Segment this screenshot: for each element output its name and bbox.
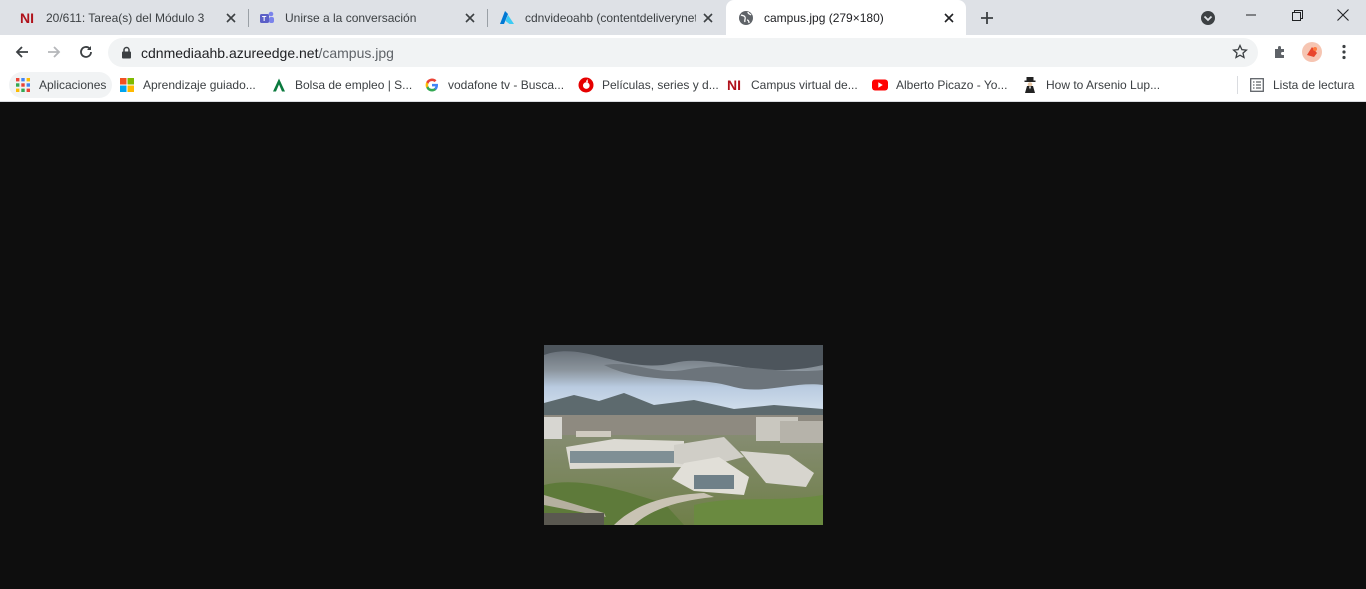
n-campus-icon: NI xyxy=(727,77,743,93)
bookmark-label: Películas, series y d... xyxy=(602,78,719,92)
reload-button[interactable] xyxy=(72,38,100,66)
lock-icon[interactable] xyxy=(119,46,133,60)
bookmark-campus-virtual[interactable]: NI Campus virtual de... xyxy=(721,72,864,98)
back-button[interactable] xyxy=(8,38,36,66)
youtube-icon xyxy=(872,77,888,93)
close-icon[interactable] xyxy=(462,10,478,26)
close-icon[interactable] xyxy=(941,10,957,26)
google-icon xyxy=(424,77,440,93)
tab-title: campus.jpg (279×180) xyxy=(764,10,884,25)
tab-strip: NI 20/611: Tarea(s) del Módulo 3 T Unirs… xyxy=(0,0,1366,35)
tab-azure[interactable]: cdnvideoahb (contentdeliverynet xyxy=(487,0,725,35)
address-bar[interactable]: cdnmediaahb.azureedge.net/campus.jpg xyxy=(108,38,1258,67)
reading-list-icon xyxy=(1249,77,1265,93)
bookmark-aprendizaje[interactable]: Aprendizaje guiado... xyxy=(113,72,262,98)
menu-kebab-icon[interactable] xyxy=(1331,39,1357,65)
url-path: /campus.jpg xyxy=(318,44,394,61)
vodafone-icon xyxy=(578,77,594,93)
teams-icon: T xyxy=(259,10,275,26)
bookmark-label: Alberto Picazo - Yo... xyxy=(896,78,1008,92)
bookmarks-separator xyxy=(1237,76,1238,94)
extensions-puzzle-icon[interactable] xyxy=(1267,39,1293,65)
andalucia-icon xyxy=(271,77,287,93)
bookmark-label: How to Arsenio Lup... xyxy=(1046,78,1161,92)
bookmark-label: Bolsa de empleo | S... xyxy=(295,78,413,92)
tab-campus-jpg[interactable]: campus.jpg (279×180) xyxy=(726,0,966,35)
svg-text:NI: NI xyxy=(20,11,34,25)
bookmark-vodafone-tv[interactable]: vodafone tv - Busca... xyxy=(418,72,570,98)
bookmarks-bar: Aplicaciones Aprendizaje guiado... Bolsa… xyxy=(0,69,1366,102)
tab-title: cdnvideoahb (contentdeliverynet xyxy=(525,10,696,25)
microsoft-icon xyxy=(119,77,135,93)
tab-search-button[interactable] xyxy=(1197,7,1219,29)
arsenio-icon xyxy=(1022,77,1038,93)
svg-text:T: T xyxy=(262,16,267,23)
url-text[interactable]: cdnmediaahb.azureedge.net/campus.jpg xyxy=(141,45,394,61)
reading-list-button[interactable]: Lista de lectura xyxy=(1243,72,1360,98)
bookmark-apps[interactable]: Aplicaciones xyxy=(9,72,113,98)
forward-button[interactable] xyxy=(40,38,68,66)
close-icon[interactable] xyxy=(700,10,716,26)
bookmark-bolsa-empleo[interactable]: Bolsa de empleo | S... xyxy=(265,72,418,98)
close-window-button[interactable] xyxy=(1320,0,1366,30)
azure-icon xyxy=(499,10,515,26)
image-viewer xyxy=(0,103,1366,589)
tab-teams[interactable]: T Unirse a la conversación xyxy=(247,0,487,35)
bookmark-label: Aprendizaje guiado... xyxy=(143,78,256,92)
n-campus-icon: NI xyxy=(20,10,36,26)
profile-avatar[interactable] xyxy=(1299,39,1325,65)
bookmark-alberto-picazo[interactable]: Alberto Picazo - Yo... xyxy=(866,72,1013,98)
reading-list-label: Lista de lectura xyxy=(1273,78,1355,92)
new-tab-button[interactable] xyxy=(976,7,998,29)
tab-title: 20/611: Tarea(s) del Módulo 3 xyxy=(46,10,205,25)
tab-modulo-3[interactable]: NI 20/611: Tarea(s) del Módulo 3 xyxy=(8,0,248,35)
bookmark-label: Aplicaciones xyxy=(39,78,107,92)
bookmark-label: vodafone tv - Busca... xyxy=(448,78,565,92)
svg-text:NI: NI xyxy=(727,78,741,92)
bookmark-star-icon[interactable] xyxy=(1232,43,1248,60)
url-host: cdnmediaahb.azureedge.net xyxy=(141,44,319,61)
bookmark-peliculas[interactable]: Películas, series y d... xyxy=(572,72,725,98)
restore-button[interactable] xyxy=(1274,0,1320,30)
tab-title: Unirse a la conversación xyxy=(285,10,417,25)
bookmark-label: Campus virtual de... xyxy=(751,78,858,92)
campus-photo[interactable] xyxy=(544,345,823,525)
apps-grid-icon xyxy=(15,77,31,93)
globe-icon xyxy=(738,10,754,26)
close-icon[interactable] xyxy=(223,10,239,26)
browser-toolbar: cdnmediaahb.azureedge.net/campus.jpg xyxy=(0,35,1366,69)
minimize-button[interactable] xyxy=(1228,0,1274,30)
bookmark-arsenio-lupin[interactable]: How to Arsenio Lup... xyxy=(1016,72,1166,98)
